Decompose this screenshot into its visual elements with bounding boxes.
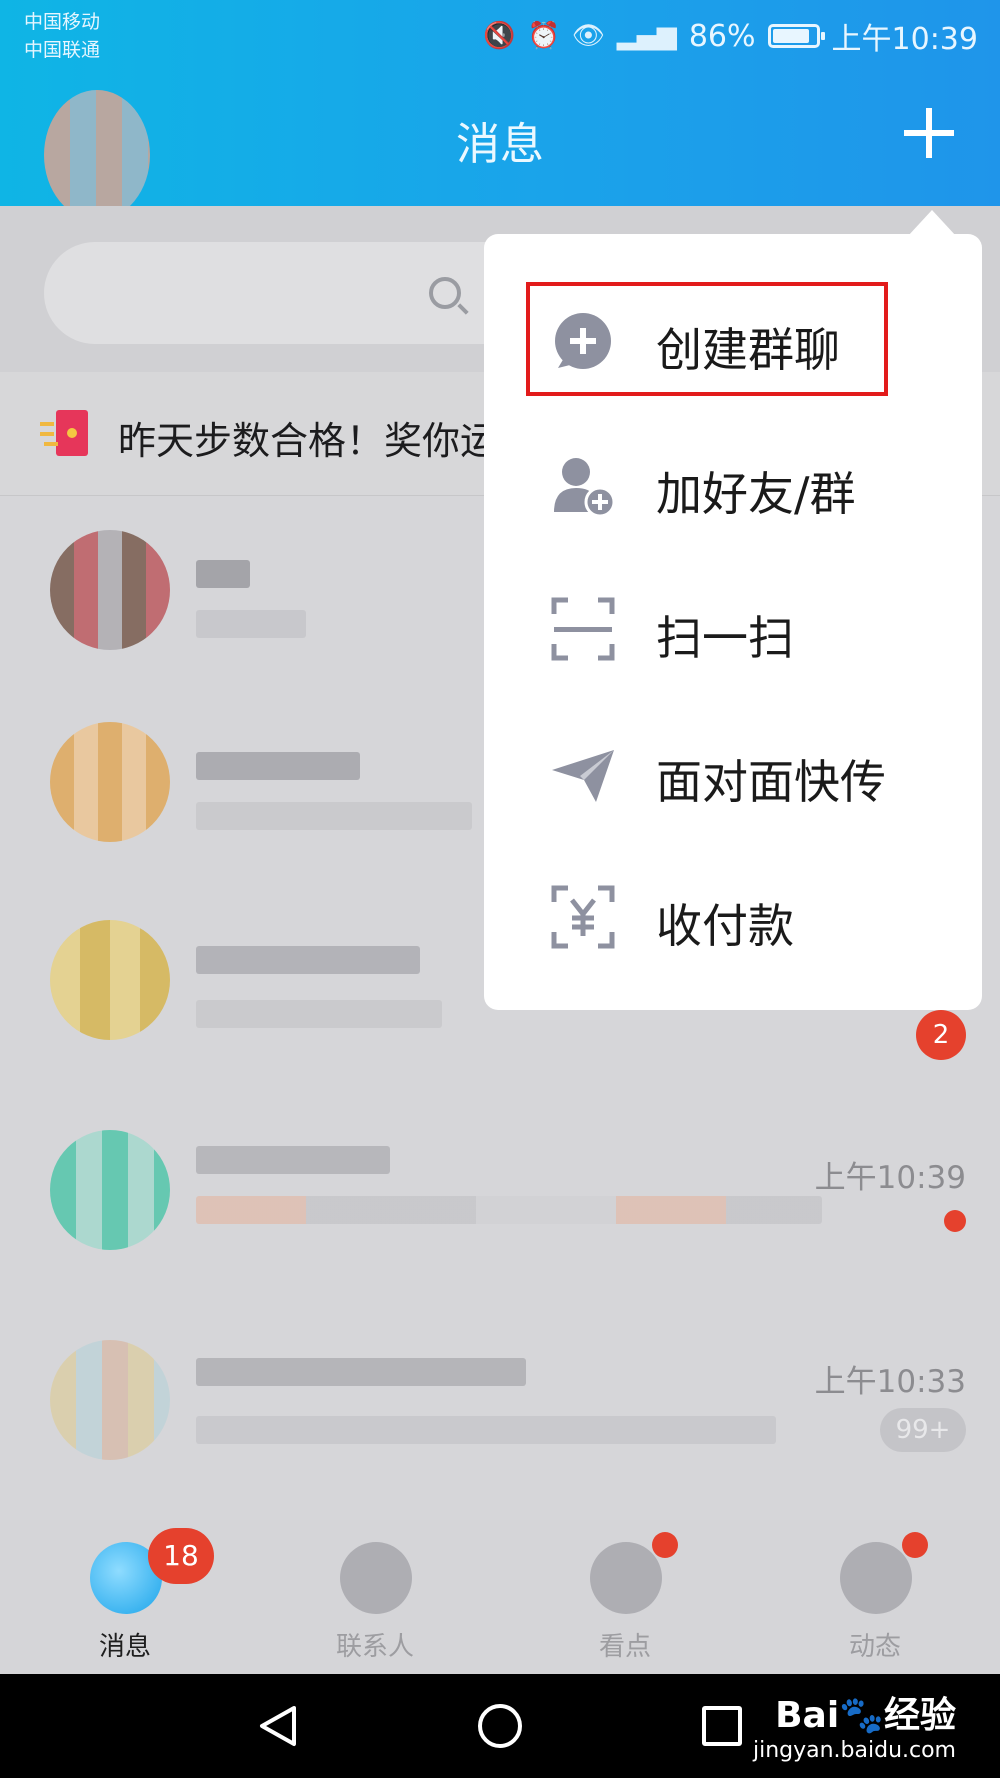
menu-pointer — [908, 210, 956, 236]
unread-badge: 2 — [916, 1010, 966, 1060]
scan-icon — [551, 597, 615, 661]
menu-item-face-transfer[interactable]: 面对面快传 — [484, 700, 982, 845]
battery-icon — [767, 24, 825, 48]
chat-preview — [196, 1000, 442, 1028]
status-carriers: 中国移动 中国联通 — [24, 8, 100, 64]
menu-label: 收付款 — [656, 899, 794, 953]
payment-scan-icon — [551, 885, 615, 949]
chat-time: 上午10:39 — [814, 1160, 966, 1196]
menu-item-scan[interactable]: 扫一扫 — [484, 556, 982, 701]
chat-preview — [196, 1416, 776, 1444]
unread-count-pill: 99+ — [880, 1408, 966, 1452]
alarm-icon: ⏰ — [527, 21, 560, 51]
list-item[interactable]: 上午10:39 — [0, 1110, 1000, 1305]
watermark-url: jingyan.baidu.com — [752, 1738, 956, 1763]
tab-label: 看点 — [598, 1632, 651, 1662]
tab-label: 动态 — [848, 1632, 901, 1662]
list-item[interactable]: 上午10:33 99+ — [0, 1320, 1000, 1515]
watermark-brand: Bai🐾经验 — [775, 1695, 956, 1736]
add-friend-icon — [554, 458, 616, 518]
tab-label: 联系人 — [335, 1632, 414, 1662]
planet-star-icon — [840, 1542, 912, 1614]
eye-view-icon — [590, 1542, 662, 1614]
battery-percent: 86% — [688, 18, 756, 54]
carrier-2: 中国联通 — [24, 39, 101, 61]
chat-name — [196, 1358, 526, 1386]
chat-preview — [196, 1196, 822, 1224]
chat-preview — [196, 610, 306, 638]
tab-label: 消息 — [98, 1632, 151, 1662]
menu-label: 加好友/群 — [656, 467, 856, 521]
page-title: 消息 — [456, 119, 544, 170]
avatar — [50, 920, 170, 1040]
notification-dot — [652, 1532, 678, 1558]
eye-icon: 👁 — [571, 21, 605, 51]
plus-dropdown-menu: 创建群聊 加好友/群 扫一扫 面对面快传 收付款 — [484, 234, 982, 1010]
chat-time: 上午10:33 — [814, 1364, 966, 1400]
group-chat-add-icon — [555, 313, 611, 369]
unread-dot — [944, 1210, 966, 1232]
chat-name — [196, 752, 360, 780]
avatar — [50, 1340, 170, 1460]
menu-label: 扫一扫 — [656, 611, 794, 665]
notification-dot — [902, 1532, 928, 1558]
carrier-1: 中国移动 — [24, 11, 101, 33]
signal-icon: ▂▄▆ — [616, 21, 677, 51]
menu-item-add-friend[interactable]: 加好友/群 — [484, 412, 982, 557]
status-right: 🔇 ⏰ 👁 ▂▄▆ 86% 上午10:39 — [483, 14, 978, 58]
tab-messages[interactable]: 18 消息 — [0, 1520, 250, 1674]
tab-moments[interactable]: 动态 — [750, 1520, 1000, 1674]
bottom-tab-bar: 18 消息 联系人 看点 动态 — [0, 1520, 1000, 1674]
menu-item-create-group[interactable]: 创建群聊 — [484, 268, 982, 413]
avatar — [50, 722, 170, 842]
chat-name — [196, 946, 420, 974]
search-icon — [429, 277, 461, 309]
send-plane-icon — [552, 750, 614, 802]
home-icon[interactable] — [478, 1704, 522, 1748]
recent-apps-icon[interactable] — [702, 1706, 742, 1746]
back-icon[interactable] — [256, 1704, 300, 1748]
chat-preview — [196, 802, 472, 830]
baidu-watermark: Bai🐾经验 jingyan.baidu.com — [753, 1686, 956, 1763]
avatar — [50, 530, 170, 650]
tab-contacts[interactable]: 联系人 — [250, 1520, 500, 1674]
chat-name — [196, 560, 250, 588]
top-header: 中国移动 中国联通 🔇 ⏰ 👁 ▂▄▆ 86% 上午10:39 消息 — [0, 0, 1000, 220]
tab-badge: 18 — [148, 1528, 214, 1584]
status-time: 上午10:39 — [831, 22, 978, 57]
contacts-icon — [340, 1542, 412, 1614]
mute-icon: 🔇 — [483, 21, 516, 51]
tab-watch[interactable]: 看点 — [500, 1520, 750, 1674]
menu-label: 面对面快传 — [656, 755, 886, 809]
menu-label: 创建群聊 — [656, 323, 840, 377]
add-plus-button[interactable] — [904, 108, 954, 158]
android-nav-bar: Bai🐾经验 jingyan.baidu.com — [0, 1674, 1000, 1778]
chat-name — [196, 1146, 390, 1174]
menu-item-payment[interactable]: 收付款 — [484, 844, 982, 989]
red-envelope-icon — [40, 410, 88, 456]
banner-text: 昨天步数合格！奖你运 — [118, 419, 499, 463]
avatar — [50, 1130, 170, 1250]
